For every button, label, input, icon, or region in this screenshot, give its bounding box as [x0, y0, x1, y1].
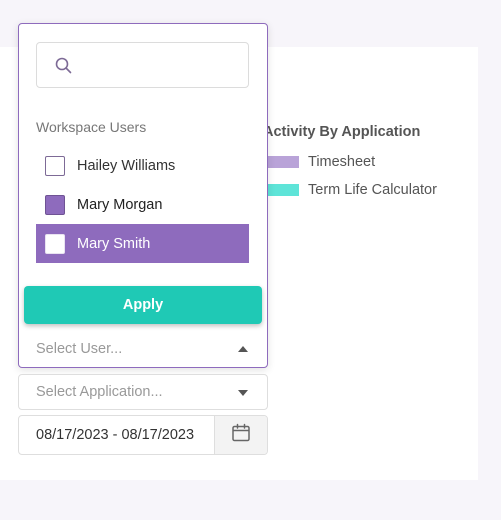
application-select-placeholder: Select Application...	[36, 384, 163, 400]
legend-item-timesheet: Timesheet	[263, 154, 375, 170]
date-range-value[interactable]: 08/17/2023 - 08/17/2023	[36, 427, 216, 443]
user-select-placeholder: Select User...	[36, 341, 123, 357]
group-title: Workspace Users	[36, 119, 147, 135]
legend-item-term-life-calculator: Term Life Calculator	[263, 182, 437, 198]
user-search-box[interactable]	[36, 42, 249, 88]
chart-title: Activity By Application	[263, 124, 421, 140]
user-select-dropdown: Workspace Users Hailey Williams Mary Mor…	[18, 23, 268, 368]
search-icon	[55, 57, 72, 79]
calendar-icon	[231, 423, 251, 448]
user-option-label: Mary Smith	[77, 235, 151, 252]
user-option-mary-smith[interactable]: Mary Smith	[36, 224, 249, 263]
user-option-label: Hailey Williams	[77, 157, 176, 174]
legend-swatch	[263, 156, 299, 168]
user-select-trigger[interactable]: Select User...	[19, 331, 267, 367]
legend-label: Term Life Calculator	[308, 182, 437, 198]
user-option-hailey-williams[interactable]: Hailey Williams	[36, 146, 249, 185]
user-option-label: Mary Morgan	[77, 196, 163, 213]
checkbox[interactable]	[45, 155, 65, 176]
checkbox-checked[interactable]	[45, 194, 65, 215]
caret-down-icon[interactable]	[238, 390, 248, 396]
checkbox[interactable]	[45, 233, 65, 254]
legend-label: Timesheet	[308, 154, 376, 170]
calendar-button[interactable]	[214, 416, 267, 454]
apply-button[interactable]: Apply	[24, 286, 262, 324]
user-option-mary-morgan[interactable]: Mary Morgan	[36, 185, 249, 224]
date-range-picker[interactable]: 08/17/2023 - 08/17/2023	[18, 415, 268, 455]
caret-up-icon[interactable]	[238, 346, 248, 352]
application-select[interactable]: Select Application...	[18, 374, 268, 410]
legend-swatch	[263, 184, 299, 196]
user-search-input[interactable]	[81, 51, 243, 81]
